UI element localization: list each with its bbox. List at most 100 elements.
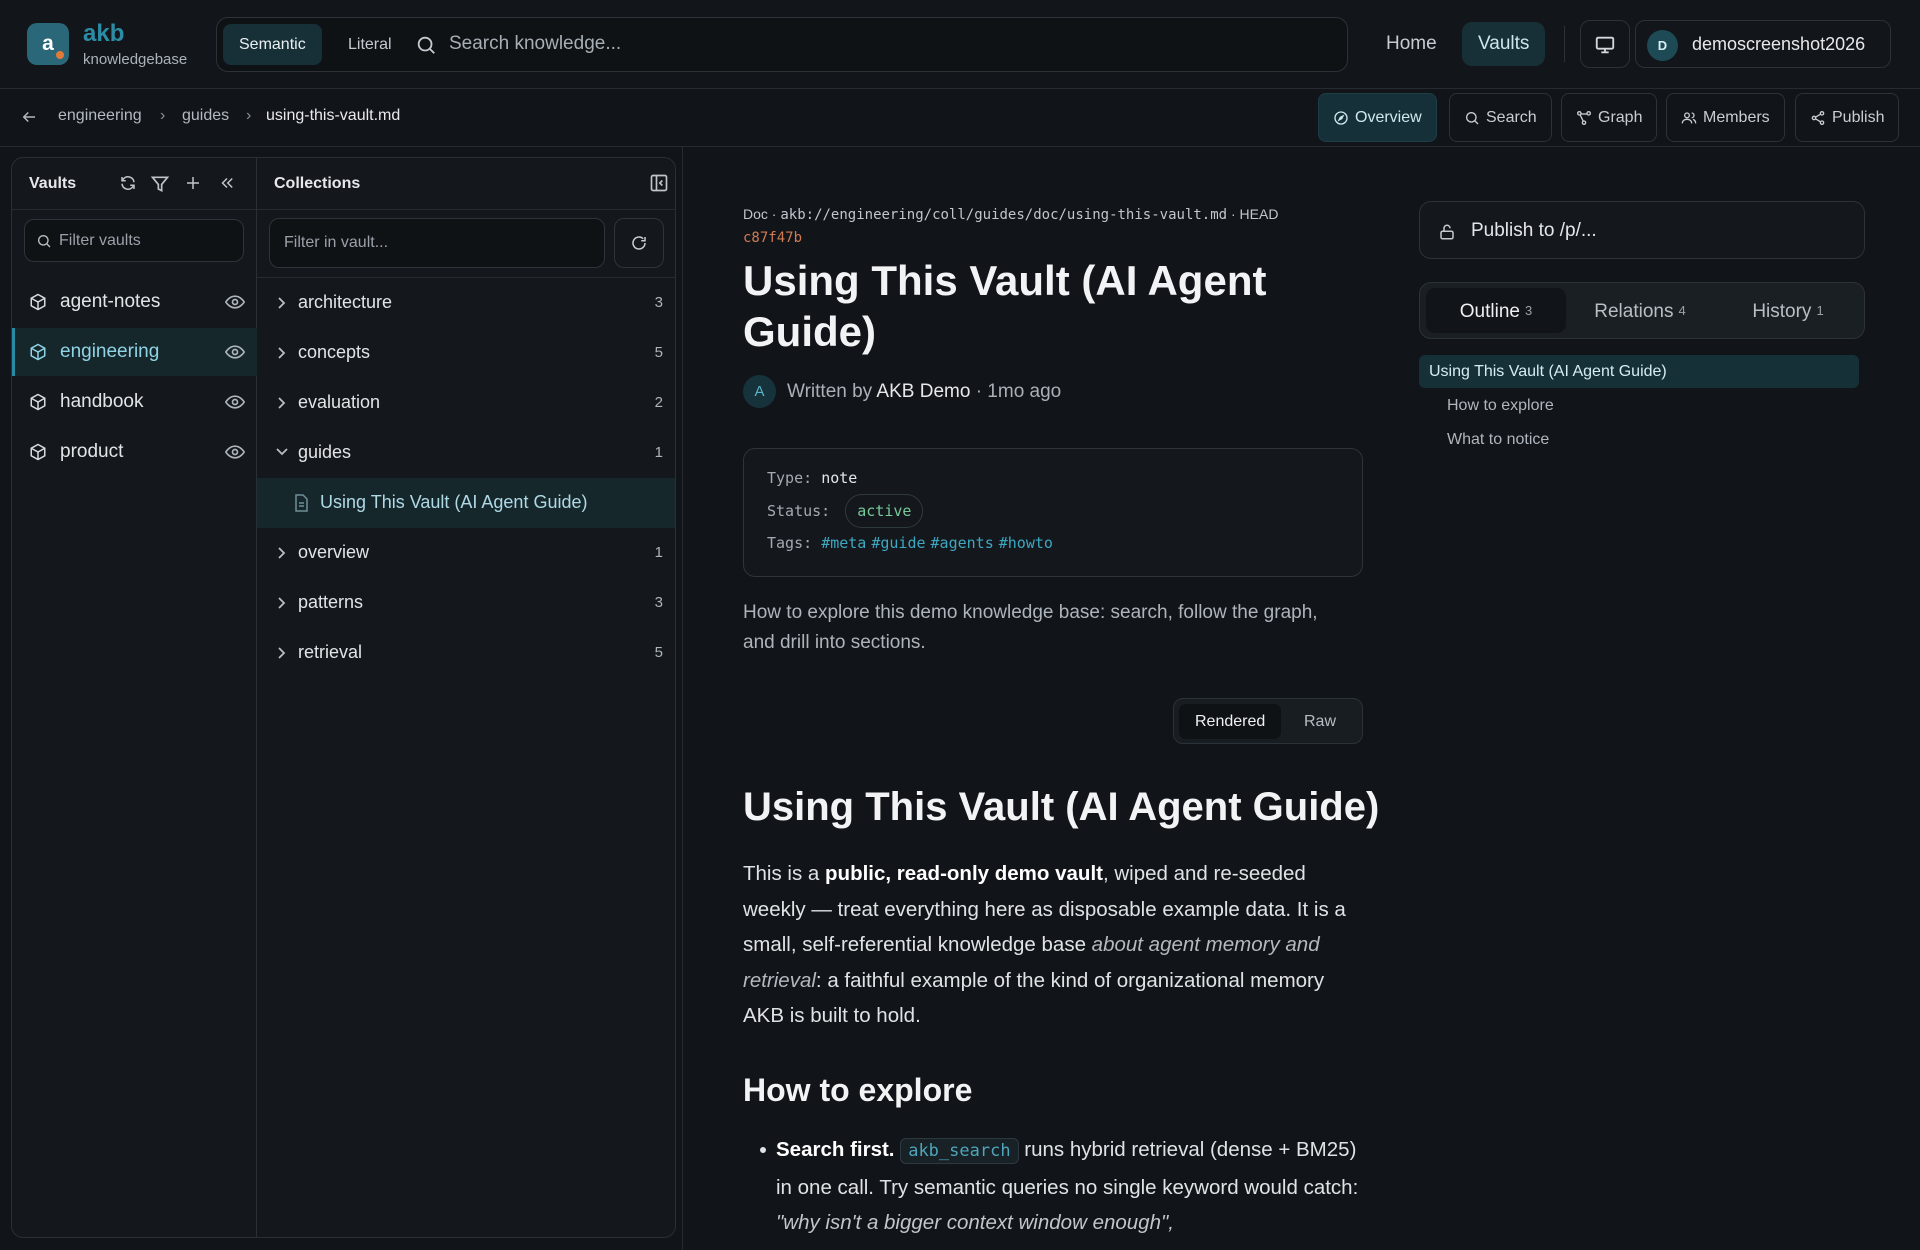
content-list-item: Search first. akb_search runs hybrid ret…: [776, 1132, 1366, 1241]
doc-ref: HEAD: [1239, 206, 1279, 222]
logo-dot: [56, 51, 64, 59]
outline-item[interactable]: What to notice: [1419, 423, 1859, 456]
search-button[interactable]: Search: [1449, 93, 1552, 142]
doc-kind: Doc: [743, 206, 768, 222]
search-mode-literal-button[interactable]: Literal: [332, 24, 408, 65]
vault-item-product[interactable]: product: [12, 428, 257, 476]
members-button[interactable]: Members: [1666, 93, 1785, 142]
bold-text: public, read-only demo vault: [825, 862, 1103, 885]
refresh-button[interactable]: [614, 218, 664, 268]
avatar: D: [1647, 30, 1678, 61]
vault-item-engineering[interactable]: engineering: [12, 328, 257, 376]
vault-item-agent-notes[interactable]: agent-notes: [12, 278, 257, 326]
collections-column: Collections Filter in vault... architect…: [257, 158, 675, 1237]
frontmatter-status: Status: active: [767, 494, 924, 528]
explorer-panel: Vaults Filter vaults agent-notes enginee…: [11, 157, 676, 1238]
tab-history[interactable]: History 1: [1716, 288, 1860, 333]
tag-link[interactable]: #meta: [821, 534, 866, 552]
outline-item[interactable]: Using This Vault (AI Agent Guide): [1419, 355, 1859, 388]
publish-path-button[interactable]: Publish to /p/...: [1419, 201, 1865, 259]
document-icon: [293, 494, 309, 512]
breadcrumb-collection[interactable]: guides: [182, 107, 229, 125]
collection-count: 1: [654, 444, 663, 461]
vault-filter-placeholder: Filter vaults: [59, 232, 141, 249]
plus-icon[interactable]: [184, 174, 202, 192]
tag-link[interactable]: #howto: [999, 534, 1053, 552]
global-search: Semantic Literal Search knowledge...: [216, 17, 1348, 72]
doc-uri[interactable]: akb://engineering/coll/guides/doc/using-…: [780, 207, 1227, 223]
document-age: · 1mo ago: [975, 381, 1062, 402]
collection-row-architecture[interactable]: architecture 3: [257, 278, 675, 328]
collection-label: guides: [298, 442, 352, 462]
back-arrow-icon[interactable]: [20, 108, 38, 126]
brand-subtitle: knowledgebase: [83, 51, 188, 68]
breadcrumb-separator: ›: [160, 107, 166, 124]
nav-vaults-link[interactable]: Vaults: [1462, 22, 1546, 66]
vault-label: product: [60, 441, 124, 462]
vault-filter-input[interactable]: Filter vaults: [24, 219, 244, 262]
graph-icon: [1577, 111, 1591, 125]
eye-icon[interactable]: [225, 394, 245, 410]
logo-mark: a: [42, 32, 54, 55]
tag-link[interactable]: #agents: [931, 534, 994, 552]
eye-icon[interactable]: [225, 294, 245, 310]
vault-label: handbook: [60, 391, 144, 412]
eye-icon[interactable]: [225, 444, 245, 460]
logo[interactable]: a: [27, 23, 69, 65]
users-icon: [1681, 112, 1697, 124]
tag-link[interactable]: #guide: [871, 534, 925, 552]
user-menu-button[interactable]: D demoscreenshot2026: [1635, 20, 1891, 68]
panel-toggle-icon[interactable]: [649, 173, 669, 193]
chevron-right-icon: [275, 596, 287, 610]
frontmatter-value: note: [821, 469, 858, 487]
search-input[interactable]: Search knowledge...: [449, 33, 621, 55]
collection-row-evaluation[interactable]: evaluation 2: [257, 378, 675, 428]
nav-home-link[interactable]: Home: [1372, 22, 1451, 66]
search-label: Search: [1486, 109, 1537, 126]
outline-item[interactable]: How to explore: [1419, 389, 1859, 422]
collection-label: concepts: [298, 342, 371, 362]
status-badge: active: [845, 494, 924, 528]
filter-icon[interactable]: [150, 174, 170, 194]
collection-row-overview[interactable]: overview 1: [257, 528, 675, 578]
tab-relations[interactable]: Relations 4: [1570, 288, 1710, 333]
share-icon: [1811, 111, 1825, 125]
collection-count: 5: [654, 644, 663, 661]
graph-button[interactable]: Graph: [1561, 93, 1658, 142]
publish-button[interactable]: Publish: [1795, 93, 1900, 142]
commit-hash[interactable]: c87f47b: [743, 230, 802, 246]
rendered-view-button[interactable]: Rendered: [1179, 704, 1282, 739]
collapse-icon[interactable]: [218, 174, 236, 192]
raw-view-button[interactable]: Raw: [1288, 704, 1352, 739]
collection-row-patterns[interactable]: patterns 3: [257, 578, 675, 628]
author-line: Written by AKB Demo · 1mo ago: [787, 381, 1061, 403]
overview-button[interactable]: Overview: [1318, 93, 1437, 142]
tab-count: 1: [1816, 303, 1824, 318]
inline-code: akb_search: [900, 1138, 1019, 1164]
vault-item-handbook[interactable]: handbook: [12, 378, 257, 426]
collection-filter-input[interactable]: Filter in vault...: [269, 218, 605, 268]
search-icon: [415, 34, 437, 56]
tab-outline[interactable]: Outline 3: [1426, 288, 1566, 333]
search-icon: [38, 235, 51, 248]
author-name[interactable]: AKB Demo: [876, 381, 970, 402]
collections-title: Collections: [274, 175, 361, 192]
document-row-using-this-vault[interactable]: Using This Vault (AI Agent Guide): [257, 478, 675, 528]
monitor-icon: [1581, 34, 1629, 56]
vault-label: engineering: [60, 341, 160, 362]
eye-icon[interactable]: [225, 344, 245, 360]
chevron-right-icon: [275, 396, 287, 410]
breadcrumb-vault[interactable]: engineering: [58, 107, 142, 125]
collection-row-retrieval[interactable]: retrieval 5: [257, 628, 675, 678]
cube-icon: [29, 393, 47, 411]
page-title: Using This Vault (AI Agent Guide): [743, 257, 1267, 355]
chevron-right-icon: [275, 346, 287, 360]
collection-label: evaluation: [298, 392, 381, 412]
search-mode-semantic-button[interactable]: Semantic: [223, 24, 322, 65]
refresh-icon[interactable]: [119, 174, 137, 192]
collection-row-concepts[interactable]: concepts 5: [257, 328, 675, 378]
members-label: Members: [1703, 109, 1770, 126]
collection-row-guides[interactable]: guides 1: [257, 428, 675, 478]
display-mode-button[interactable]: [1580, 20, 1630, 68]
collection-label: patterns: [298, 592, 364, 612]
